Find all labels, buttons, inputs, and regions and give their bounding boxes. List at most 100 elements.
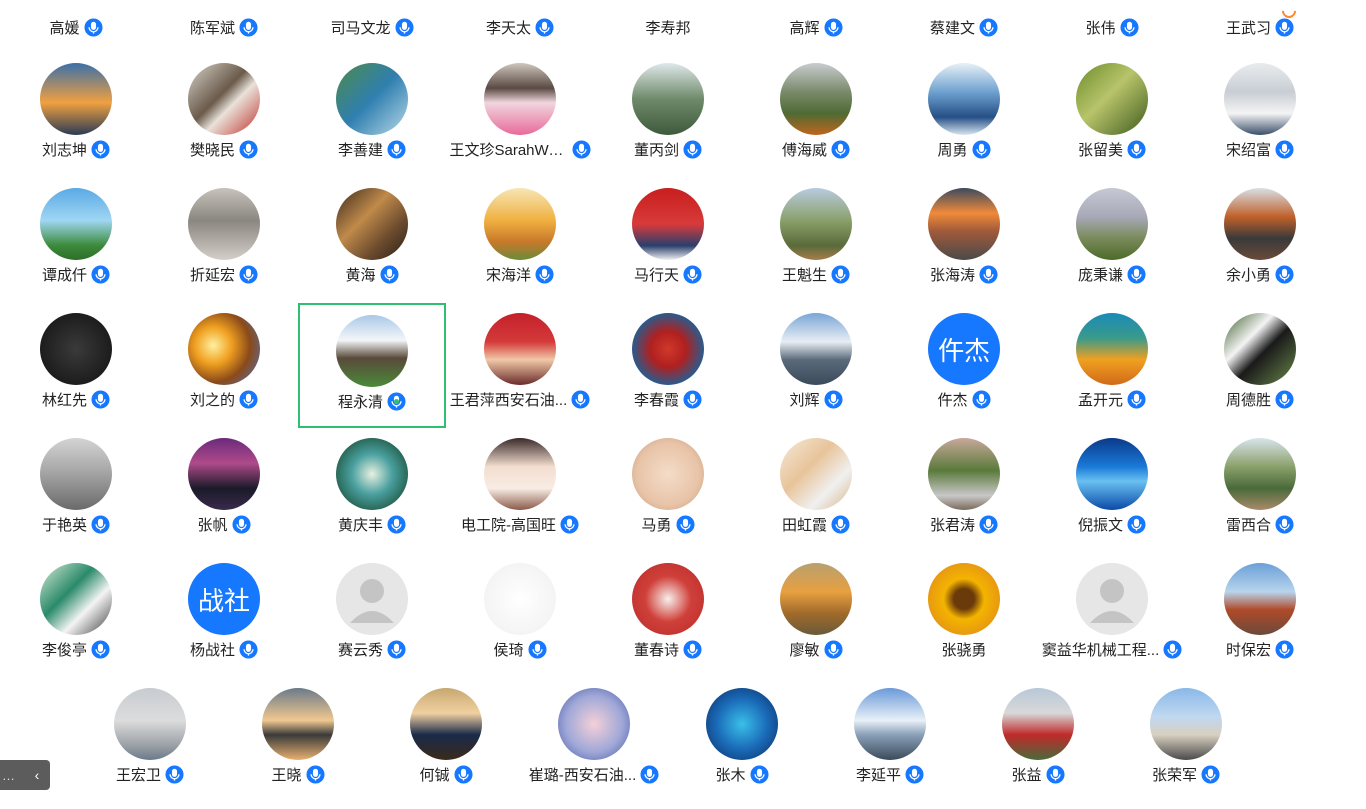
- mic-icon[interactable]: [1275, 640, 1294, 659]
- participant-tile[interactable]: 仵杰 仵杰: [890, 303, 1038, 428]
- mic-icon[interactable]: [640, 765, 659, 784]
- participant-tile[interactable]: 李春霞: [594, 303, 742, 428]
- mic-icon[interactable]: [979, 515, 998, 534]
- mic-icon[interactable]: [683, 390, 702, 409]
- participant-tile[interactable]: 余小勇: [1186, 178, 1334, 303]
- mic-icon[interactable]: [91, 140, 110, 159]
- participant-tile[interactable]: 战社 杨战社: [150, 553, 298, 678]
- mic-icon[interactable]: [979, 265, 998, 284]
- mic-icon[interactable]: [571, 140, 591, 159]
- mic-icon[interactable]: [1127, 515, 1146, 534]
- mic-icon[interactable]: [239, 265, 258, 284]
- mic-icon[interactable]: [971, 140, 991, 159]
- participant-tile[interactable]: 林红先: [2, 303, 150, 428]
- mic-icon[interactable]: [165, 765, 184, 784]
- participant-tile[interactable]: 赛云秀: [298, 553, 446, 678]
- mic-icon[interactable]: [823, 640, 843, 659]
- mic-icon[interactable]: [239, 640, 258, 659]
- mic-icon[interactable]: [91, 515, 110, 534]
- mic-icon[interactable]: [379, 265, 399, 284]
- mic-icon[interactable]: [1163, 640, 1182, 659]
- participant-tile[interactable]: 陈军斌: [150, 0, 298, 40]
- participant-tile[interactable]: 谭成仟: [2, 178, 150, 303]
- participant-tile[interactable]: 王晓: [224, 678, 372, 803]
- mic-icon[interactable]: [1201, 765, 1220, 784]
- participant-tile[interactable]: 周勇: [890, 53, 1038, 178]
- participant-tile[interactable]: 董丙剑: [594, 53, 742, 178]
- participant-tile[interactable]: 折延宏: [150, 178, 298, 303]
- mic-icon[interactable]: [683, 265, 702, 284]
- mic-speaking-icon[interactable]: [387, 392, 406, 411]
- mic-icon[interactable]: [231, 515, 251, 534]
- participant-tile[interactable]: 侯琦: [446, 553, 594, 678]
- mic-icon[interactable]: [1275, 265, 1294, 284]
- participant-tile[interactable]: 王文珍SarahWe...: [446, 53, 594, 178]
- mic-icon[interactable]: [387, 140, 406, 159]
- mic-icon[interactable]: [91, 265, 110, 284]
- participant-tile[interactable]: 董春诗: [594, 553, 742, 678]
- mic-icon[interactable]: [83, 18, 103, 37]
- participant-tile[interactable]: 傅海威: [742, 53, 890, 178]
- mic-icon[interactable]: [305, 765, 325, 784]
- mic-icon[interactable]: [1045, 765, 1065, 784]
- participant-tile[interactable]: 张木: [668, 678, 816, 803]
- mic-icon[interactable]: [823, 390, 843, 409]
- participant-tile[interactable]: 刘志坤: [2, 53, 150, 178]
- participant-tile[interactable]: 黄海: [298, 178, 446, 303]
- participant-tile[interactable]: 刘之的: [150, 303, 298, 428]
- mic-icon[interactable]: [394, 18, 414, 37]
- mic-icon[interactable]: [91, 640, 110, 659]
- participant-tile[interactable]: 李善建: [298, 53, 446, 178]
- participant-tile[interactable]: 司马文龙: [298, 0, 446, 40]
- mic-icon[interactable]: [571, 390, 590, 409]
- participant-tile[interactable]: 周德胜: [1186, 303, 1334, 428]
- mic-icon[interactable]: [1127, 140, 1146, 159]
- mic-icon[interactable]: [971, 390, 991, 409]
- participant-tile[interactable]: 电工院-高国旺: [446, 428, 594, 553]
- mic-icon[interactable]: [831, 140, 850, 159]
- participant-tile[interactable]: 张海涛: [890, 178, 1038, 303]
- mic-icon[interactable]: [979, 18, 998, 37]
- participant-tile[interactable]: 高媛: [2, 0, 150, 40]
- mic-icon[interactable]: [560, 515, 579, 534]
- mic-icon[interactable]: [239, 140, 258, 159]
- participant-tile[interactable]: 张留美: [1038, 53, 1186, 178]
- participant-tile[interactable]: 倪振文: [1038, 428, 1186, 553]
- participant-tile[interactable]: 张荣军: [1112, 678, 1260, 803]
- participant-tile[interactable]: 张益: [964, 678, 1112, 803]
- mic-icon[interactable]: [387, 640, 406, 659]
- participant-tile[interactable]: 程永清: [298, 303, 446, 428]
- participant-tile[interactable]: 李寿邦: [594, 0, 742, 40]
- participant-tile[interactable]: 王魁生: [742, 178, 890, 303]
- mic-icon[interactable]: [905, 765, 924, 784]
- participant-tile[interactable]: 廖敏: [742, 553, 890, 678]
- mic-icon[interactable]: [749, 765, 769, 784]
- participant-tile[interactable]: 黄庆丰: [298, 428, 446, 553]
- participant-tile[interactable]: 王君萍西安石油...: [446, 303, 594, 428]
- collapse-panel-button[interactable]: … ‹: [0, 760, 50, 790]
- participant-tile[interactable]: 崔璐-西安石油...: [520, 678, 668, 803]
- mic-icon[interactable]: [239, 390, 258, 409]
- participant-tile[interactable]: 宋绍富: [1186, 53, 1334, 178]
- mic-icon[interactable]: [1275, 515, 1294, 534]
- mic-icon[interactable]: [535, 265, 554, 284]
- participant-tile[interactable]: 马行天: [594, 178, 742, 303]
- participant-tile[interactable]: 刘辉: [742, 303, 890, 428]
- mic-icon[interactable]: [683, 140, 702, 159]
- participant-tile[interactable]: 时保宏: [1186, 553, 1334, 678]
- participant-tile[interactable]: 张骁勇: [890, 553, 1038, 678]
- mic-icon[interactable]: [453, 765, 473, 784]
- mic-icon[interactable]: [387, 515, 406, 534]
- participant-tile[interactable]: 田虹霞: [742, 428, 890, 553]
- participant-tile[interactable]: 高辉: [742, 0, 890, 40]
- participant-tile[interactable]: 张帆: [150, 428, 298, 553]
- mic-icon[interactable]: [1275, 18, 1294, 37]
- mic-icon[interactable]: [831, 265, 850, 284]
- mic-icon[interactable]: [1127, 390, 1146, 409]
- participant-tile[interactable]: 蔡建文: [890, 0, 1038, 40]
- participant-tile[interactable]: 宋海洋: [446, 178, 594, 303]
- mic-icon[interactable]: [1127, 265, 1146, 284]
- participant-tile[interactable]: 于艳英: [2, 428, 150, 553]
- mic-icon[interactable]: [239, 18, 258, 37]
- participant-tile[interactable]: 庞秉谦: [1038, 178, 1186, 303]
